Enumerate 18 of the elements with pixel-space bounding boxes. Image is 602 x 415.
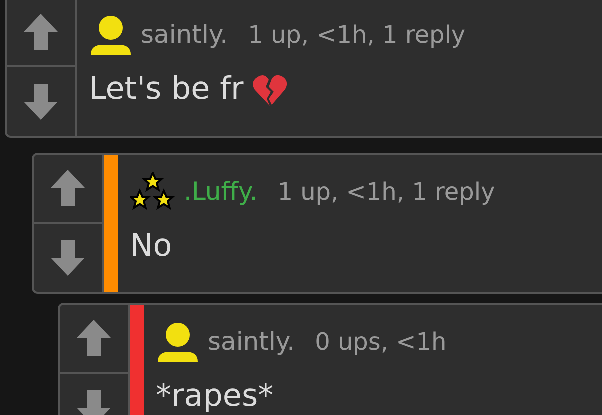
broken-heart-icon <box>252 74 288 108</box>
user-avatar-icon <box>89 13 133 57</box>
user-avatar-icon <box>156 320 200 364</box>
upvote-arrow-icon <box>76 319 112 358</box>
upvote-arrow-icon <box>50 169 86 208</box>
username-link[interactable]: .Luffy. <box>184 173 258 211</box>
comment-text: No <box>130 231 172 262</box>
comment-meta: 1 up, <1h, 1 reply <box>248 20 466 51</box>
comment-meta: 0 ups, <1h <box>315 327 447 358</box>
downvote-arrow-icon <box>23 82 59 120</box>
username-link[interactable]: saintly. <box>208 323 296 361</box>
comment-text: Let's be fr <box>89 74 244 105</box>
downvote-arrow-icon <box>50 238 86 277</box>
comment-text: *rapes* <box>156 381 274 412</box>
comment-meta: 1 up, <1h, 1 reply <box>278 177 496 208</box>
stars-icon <box>130 172 176 212</box>
upvote-arrow-icon <box>23 12 59 50</box>
username-link[interactable]: saintly. <box>141 16 228 54</box>
